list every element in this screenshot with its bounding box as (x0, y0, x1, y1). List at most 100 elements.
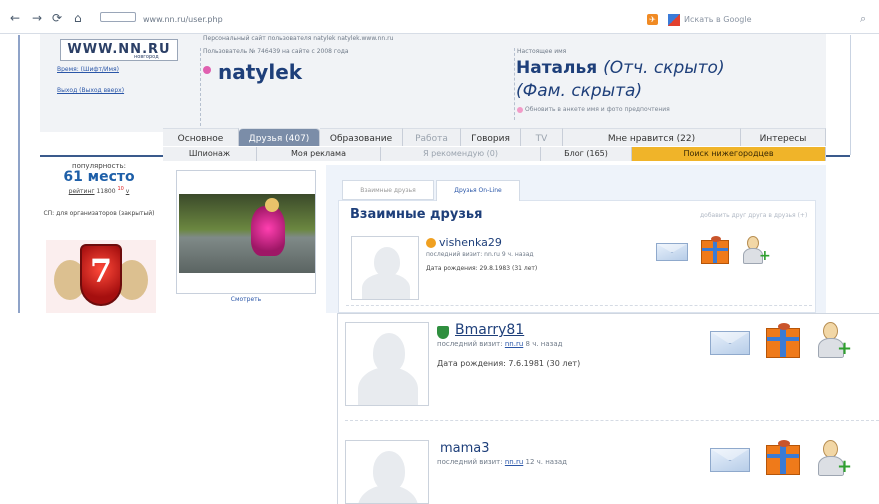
visit-links[interactable]: Время: (Шифт/Имя) (57, 66, 119, 73)
nav-rule (40, 155, 163, 157)
google-icon (668, 13, 680, 26)
message-icon[interactable] (710, 331, 750, 355)
search-placeholder: Искать в Google (684, 15, 752, 24)
logout-link[interactable]: Выход (Выход вверх) (57, 87, 124, 94)
rss-icon[interactable]: ✈ (647, 14, 658, 25)
friend-name[interactable]: mama3 (440, 441, 490, 456)
add-friend-icon[interactable]: + (741, 236, 773, 266)
friend-avatar[interactable] (345, 440, 429, 504)
realname-first: Наталья (516, 58, 598, 78)
page-right-border (850, 35, 851, 155)
rating-link[interactable]: рейтинг (69, 188, 95, 195)
photo-view-link[interactable]: Смотреть (176, 296, 316, 303)
forward-icon[interactable]: → (32, 12, 42, 24)
gift-icon[interactable] (701, 236, 729, 264)
row-divider (345, 420, 879, 421)
gift-icon[interactable] (766, 323, 800, 358)
friend-avatar[interactable] (351, 236, 419, 300)
last-visit-site[interactable]: nn.ru (505, 458, 523, 466)
gift-bow (711, 236, 721, 242)
gift-bow (778, 323, 790, 330)
friend-avatar[interactable] (345, 322, 429, 406)
tab-my-ads[interactable]: Моя реклама (257, 147, 381, 161)
popularity-rating: рейтинг 11800 10 v (40, 186, 158, 195)
realname: Наталья (Отч. скрыто) (Фам. скрыта) (516, 57, 816, 103)
rating-suffix: v (125, 188, 130, 195)
message-icon[interactable] (710, 448, 750, 472)
photo-person (251, 206, 285, 256)
back-icon[interactable]: ← (10, 12, 20, 24)
tab-blog[interactable]: Блог (165) (541, 147, 632, 161)
last-visit-suffix: 8 ч. назад (525, 340, 563, 348)
header-divider (200, 48, 201, 126)
realname-surname: (Фам. скрыта) (516, 81, 643, 101)
search-icon[interactable]: ⌕ (860, 12, 866, 26)
avatar-body (358, 367, 418, 405)
friend-last-visit: последний визит: nn.ru 9 ч. назад (426, 251, 534, 258)
friend-last-visit: последний визит: nn.ru 8 ч. назад (437, 340, 563, 348)
plus-icon: + (837, 338, 853, 359)
reload-icon[interactable]: ⟳ (52, 12, 62, 24)
last-visit-prefix: последний визит: (437, 340, 503, 348)
tab-recommend[interactable]: Я рекомендую (0) (381, 147, 541, 161)
rank-badge[interactable]: 7 (46, 240, 156, 313)
add-friend-icon[interactable]: + (815, 440, 855, 480)
home-icon[interactable]: ⌂ (74, 12, 82, 24)
flower-icon (203, 66, 211, 74)
tab-talk[interactable]: Говория (461, 128, 521, 146)
realname-label: Настоящее имя (517, 48, 567, 55)
nav-rule (826, 155, 850, 157)
message-icon[interactable] (656, 243, 688, 261)
tab-main[interactable]: Основное (163, 128, 239, 146)
browser-toolbar: ← → ⟳ ⌂ www.nn.ru/user.php ✈ Искать в Go… (0, 0, 879, 34)
gift-icon[interactable] (766, 440, 800, 475)
friend-name[interactable]: Bmarry81 (455, 322, 524, 338)
gift-bow (778, 440, 790, 447)
tab-likes[interactable]: Мне нравится (22) (563, 128, 741, 146)
friend-last-visit: последний визит: nn.ru 12 ч. назад (437, 458, 567, 466)
search-box[interactable]: Искать в Google (668, 13, 873, 27)
avatar-body (362, 273, 410, 299)
friend-birthday: Дата рождения: 29.8.1983 (31 лет) (426, 265, 538, 272)
tab-education[interactable]: Образование (320, 128, 403, 146)
sp-organizers-label[interactable]: СП: для организаторов (закрытый) (40, 210, 158, 218)
site-identity-icon[interactable] (100, 12, 136, 22)
header-divider (514, 48, 515, 120)
last-visit-suffix: 12 ч. назад (525, 458, 567, 466)
avatar-body (358, 485, 418, 503)
site-logo-subtitle: новгород (134, 54, 159, 60)
tab-tv[interactable]: TV (521, 128, 563, 146)
tab-search-people[interactable]: Поиск нижегородцев (632, 147, 826, 161)
user-number-label: Пользователь № 746439 на сайте с 2008 го… (203, 48, 349, 55)
page-left-border (18, 35, 20, 313)
tab-work[interactable]: Работа (403, 128, 461, 146)
badge-number: 7 (89, 252, 113, 290)
status-icon (426, 238, 436, 248)
popularity-rank: 61 место (63, 169, 135, 185)
plus-icon: + (759, 248, 771, 264)
site-owner-label: Персональный сайт пользователя natylek n… (203, 35, 394, 42)
last-visit-site[interactable]: nn.ru (505, 340, 523, 348)
friend-birthday: Дата рождения: 7.6.1981 (30 лет) (437, 359, 581, 368)
rating-delta: 10 (117, 186, 124, 192)
rating-value: 11800 (96, 188, 116, 195)
tab-spy[interactable]: Шпионаж (163, 147, 257, 161)
photo-hair (265, 198, 279, 212)
shield-icon (437, 326, 449, 339)
profile-photo[interactable] (179, 194, 315, 273)
last-visit-prefix: последний визит: (437, 458, 503, 466)
address-bar[interactable]: www.nn.ru/user.php (143, 13, 633, 27)
note-icon (517, 107, 523, 113)
site-logo[interactable]: WWW.NN.RU (60, 39, 178, 61)
add-friend-link[interactable]: добавить друг друга в друзья (+) (700, 212, 807, 219)
realname-patronymic: (Отч. скрыто) (603, 58, 725, 78)
friend-name[interactable]: vishenka29 (439, 236, 502, 249)
tab-online-friends[interactable]: Друзья On-Line (436, 180, 520, 201)
tab-mutual-friends[interactable]: Взаимные друзья (342, 180, 434, 200)
nickname: natylek (218, 60, 303, 84)
tab-interests[interactable]: Интересы (741, 128, 826, 146)
add-friend-icon[interactable]: + (815, 322, 855, 362)
profile-note[interactable]: Обновить в анкете имя и фото предпочтени… (525, 106, 670, 113)
row-divider (346, 305, 812, 306)
tab-friends[interactable]: Друзья (407) (239, 128, 320, 146)
